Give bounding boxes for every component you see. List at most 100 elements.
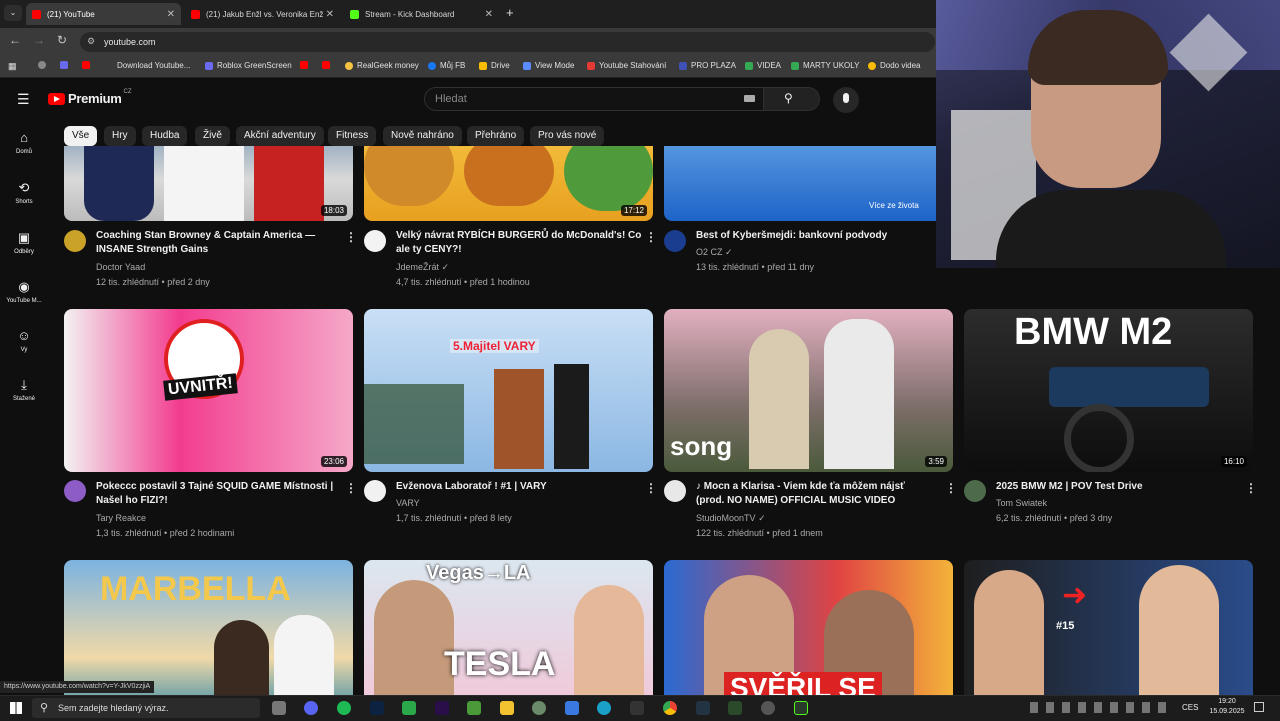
new-tab-button[interactable]: + [506, 5, 514, 20]
kick-icon[interactable] [794, 701, 808, 715]
bookmark-roblox[interactable]: Roblox GreenScreen [205, 61, 292, 70]
bookmark-marty-ukoly[interactable]: MARTY UKOLY [791, 61, 859, 70]
more-options-icon[interactable]: ⋮ [645, 230, 657, 244]
bookmark-icon[interactable] [38, 61, 50, 69]
address-bar[interactable]: ⚙ youtube.com [80, 32, 935, 52]
close-tab-icon[interactable]: ✕ [485, 9, 493, 20]
channel-name[interactable]: O2 CZ ✓ [696, 247, 733, 258]
bookmark-dodo-videa[interactable]: Dodo videa [868, 61, 920, 70]
video-thumbnail[interactable]: 17:12 [364, 146, 653, 221]
search-button[interactable]: ⚲ [764, 87, 820, 111]
premiere-icon[interactable] [435, 701, 449, 715]
video-thumbnail[interactable]: Více ze života [664, 146, 944, 221]
bookmark-view-mode[interactable]: View Mode [523, 61, 574, 70]
voice-search-button[interactable] [833, 87, 859, 113]
app-icon[interactable] [467, 701, 481, 715]
chip-fitness[interactable]: Fitness [328, 126, 377, 146]
channel-avatar[interactable] [364, 230, 386, 252]
video-thumbnail[interactable]: song 3:59 [664, 309, 953, 472]
discord-icon[interactable] [304, 701, 318, 715]
channel-avatar[interactable] [964, 480, 986, 502]
file-explorer-icon[interactable] [500, 701, 514, 715]
app-icon[interactable] [728, 701, 742, 715]
chip-games[interactable]: Hry [104, 126, 136, 146]
reload-icon[interactable]: ↻ [57, 33, 67, 47]
edge-icon[interactable] [597, 701, 611, 715]
bookmark-icon[interactable] [300, 61, 312, 69]
apps-icon[interactable]: ▦ [8, 61, 17, 72]
video-thumbnail[interactable]: MARBELLA [64, 560, 353, 695]
windows-start-icon[interactable] [10, 702, 22, 714]
keyboard-icon[interactable] [744, 95, 755, 102]
photoshop-icon[interactable] [370, 701, 384, 715]
video-thumbnail[interactable]: #15 ➜ [964, 560, 1253, 695]
bookmark-download-youtube[interactable]: Download Youtube... [117, 61, 190, 70]
video-thumbnail[interactable]: SVĚŘIL SE [664, 560, 953, 695]
youtube-logo[interactable]: Premium CZ [48, 89, 132, 106]
close-tab-icon[interactable]: ✕ [167, 9, 175, 20]
video-title[interactable]: Pokeccc postavil 3 Tajné SQUID GAME Míst… [96, 480, 341, 508]
system-tray-icons[interactable] [1030, 702, 1170, 713]
chip-music[interactable]: Hudba [142, 126, 188, 146]
channel-name[interactable]: StudioMoonTV ✓ [696, 513, 766, 524]
task-view-icon[interactable] [272, 701, 286, 715]
video-title[interactable]: Best of Kyberšmejdi: bankovní podvody [696, 229, 936, 243]
app-icon[interactable] [696, 701, 710, 715]
more-options-icon[interactable]: ⋮ [345, 230, 357, 244]
browser-tab-kick[interactable]: Stream - Kick Dashboard ✕ [344, 3, 499, 25]
more-options-icon[interactable]: ⋮ [1245, 481, 1257, 495]
notifications-icon[interactable] [1254, 702, 1264, 712]
spotify-icon[interactable] [337, 701, 351, 715]
channel-name[interactable]: Tary Reakce [96, 513, 146, 523]
settings-icon[interactable] [761, 701, 775, 715]
video-title[interactable]: Coaching Stan Browney & Captain America … [96, 229, 336, 257]
clock[interactable]: 19:20 15.09.2025 [1205, 697, 1249, 717]
channel-avatar[interactable] [64, 480, 86, 502]
channel-avatar[interactable] [664, 230, 686, 252]
chip-new-to-you[interactable]: Pro vás nové [530, 126, 605, 146]
bookmark-realgeek[interactable]: RealGeek money [345, 61, 419, 70]
app-icon[interactable] [532, 701, 546, 715]
video-title[interactable]: ♪ Mocn a Klarisa - Viem kde ťa môžem náj… [696, 480, 941, 508]
channel-name[interactable]: JdemeŽrát ✓ [396, 262, 449, 273]
bookmark-pro-plaza[interactable]: PRO PLAZA [679, 61, 736, 70]
bookmark-icon[interactable] [60, 61, 72, 69]
chip-all[interactable]: Vše [64, 126, 98, 146]
browser-tab-youtube[interactable]: (21) YouTube ✕ [26, 3, 181, 25]
close-tab-icon[interactable]: ✕ [326, 9, 334, 20]
video-title[interactable]: Velký návrat RYBÍCH BURGERŮ do McDonald'… [396, 229, 641, 257]
language-indicator[interactable]: CES [1182, 703, 1198, 712]
channel-name[interactable]: Tom Swiatek [996, 498, 1047, 508]
store-icon[interactable] [565, 701, 579, 715]
bookmark-youtube-stahovani[interactable]: Youtube Stahování [587, 61, 666, 70]
bookmark-icon[interactable] [82, 61, 94, 69]
channel-avatar[interactable] [64, 230, 86, 252]
more-options-icon[interactable]: ⋮ [945, 481, 957, 495]
tab-list-button[interactable]: ⌄ [4, 5, 22, 21]
epic-games-icon[interactable] [630, 701, 644, 715]
video-title[interactable]: Evženova Laboratoř ! #1 | VARY [396, 480, 641, 494]
video-title[interactable]: 2025 BMW M2 | POV Test Drive [996, 480, 1236, 494]
channel-avatar[interactable] [364, 480, 386, 502]
chip-new-uploads[interactable]: Nově nahráno [383, 126, 462, 146]
video-thumbnail[interactable]: BMW M2 16:10 [964, 309, 1253, 472]
site-info-icon[interactable]: ⚙ [87, 36, 95, 47]
chip-watched[interactable]: Přehráno [467, 126, 525, 146]
bookmark-icon[interactable] [322, 61, 334, 69]
chip-live[interactable]: Živě [195, 126, 230, 146]
channel-avatar[interactable] [664, 480, 686, 502]
chrome-icon[interactable] [663, 701, 677, 715]
chip-action-adventure[interactable]: Akční adventury [236, 126, 324, 146]
menu-icon[interactable]: ☰ [17, 91, 30, 108]
video-thumbnail[interactable]: UVNITŘ! 23:06 [64, 309, 353, 472]
channel-name[interactable]: VARY [396, 498, 420, 508]
bookmark-drive[interactable]: Drive [479, 61, 510, 70]
forward-icon[interactable]: → [33, 33, 45, 47]
more-options-icon[interactable]: ⋮ [345, 481, 357, 495]
search-input[interactable]: Hledat [424, 87, 764, 111]
taskbar-search[interactable]: ⚲ Sem zadejte hledaný výraz. [32, 698, 260, 718]
back-icon[interactable]: ← [9, 33, 21, 47]
app-icon[interactable] [402, 701, 416, 715]
browser-tab-jakub[interactable]: (21) Jakub Enžl vs. Veronika Enž ✕ [185, 3, 340, 25]
channel-name[interactable]: Doctor Yaad [96, 262, 145, 272]
